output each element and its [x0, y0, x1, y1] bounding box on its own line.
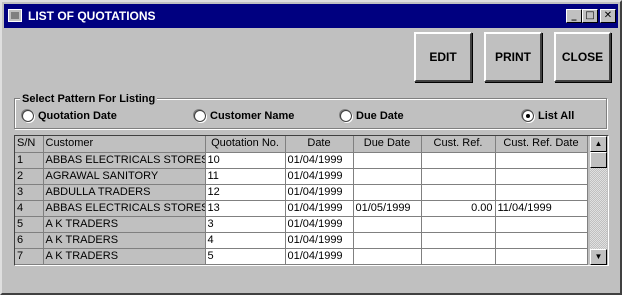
cell-due-date[interactable]: 01/05/1999 [353, 200, 422, 217]
cell-quotation-no[interactable]: 13 [205, 200, 286, 217]
cell-quotation-no[interactable]: 4 [205, 232, 286, 249]
cell-sn[interactable]: 3 [15, 184, 44, 201]
cell-customer[interactable]: AGRAWAL SANITORY [43, 168, 206, 185]
cell-cust-ref[interactable] [421, 184, 496, 201]
maximize-button[interactable]: □ [582, 9, 598, 23]
cell-due-date[interactable] [353, 168, 422, 185]
cell-date[interactable]: 01/04/1999 [285, 168, 354, 185]
cell-sn[interactable]: 6 [15, 232, 44, 249]
scroll-up-arrow-icon[interactable]: ▲ [590, 136, 607, 152]
radio-due-date[interactable]: Due Date [340, 110, 404, 122]
radio-label: Customer Name [210, 110, 295, 122]
cell-cust-ref-date[interactable] [495, 168, 588, 185]
radio-quotation-date[interactable]: Quotation Date [22, 110, 117, 122]
app-icon [8, 9, 22, 22]
cell-sn[interactable]: 1 [15, 152, 44, 169]
cell-quotation-no[interactable]: 10 [205, 152, 286, 169]
cell-date[interactable]: 01/04/1999 [285, 184, 354, 201]
cell-cust-ref-date[interactable] [495, 184, 588, 201]
table-row[interactable]: 6 A K TRADERS 4 01/04/1999 [15, 232, 588, 249]
radio-button[interactable] [194, 110, 206, 122]
column-header-cust-ref-date[interactable]: Cust. Ref. Date [495, 136, 588, 153]
cell-customer[interactable]: A K TRADERS [43, 216, 206, 233]
table-row[interactable]: 5 A K TRADERS 3 01/04/1999 [15, 216, 588, 233]
cell-date[interactable]: 01/04/1999 [285, 200, 354, 217]
cell-due-date[interactable] [353, 152, 422, 169]
cell-customer[interactable]: A K TRADERS [43, 232, 206, 249]
title-bar: LIST OF QUOTATIONS _ □ ✕ [4, 4, 618, 28]
cell-cust-ref-date[interactable] [495, 248, 588, 265]
radio-button-selected[interactable] [522, 110, 534, 122]
cell-cust-ref[interactable] [421, 168, 496, 185]
cell-due-date[interactable] [353, 232, 422, 249]
radio-button[interactable] [22, 110, 34, 122]
close-window-button[interactable]: ✕ [600, 9, 616, 23]
column-header-due-date[interactable]: Due Date [353, 136, 422, 153]
radio-label: Due Date [356, 110, 404, 122]
cell-cust-ref[interactable] [421, 232, 496, 249]
cell-sn[interactable]: 2 [15, 168, 44, 185]
cell-cust-ref-date[interactable] [495, 152, 588, 169]
close-button[interactable]: CLOSE [554, 32, 611, 82]
cell-sn[interactable]: 5 [15, 216, 44, 233]
vertical-scrollbar[interactable]: ▲ ▼ [590, 136, 607, 265]
cell-date[interactable]: 01/04/1999 [285, 232, 354, 249]
cell-cust-ref[interactable] [421, 216, 496, 233]
cell-quotation-no[interactable]: 11 [205, 168, 286, 185]
cell-cust-ref[interactable] [421, 248, 496, 265]
cell-sn[interactable]: 7 [15, 248, 44, 265]
column-header-sn[interactable]: S/N [15, 136, 44, 153]
cell-customer[interactable]: ABDULLA TRADERS [43, 184, 206, 201]
column-header-cust-ref[interactable]: Cust. Ref. [421, 136, 496, 153]
radio-label: List All [538, 110, 575, 122]
table-row[interactable]: 2 AGRAWAL SANITORY 11 01/04/1999 [15, 168, 588, 185]
cell-customer[interactable]: ABBAS ELECTRICALS STORES [43, 200, 206, 217]
cell-due-date[interactable] [353, 248, 422, 265]
cell-date[interactable]: 01/04/1999 [285, 216, 354, 233]
scroll-thumb[interactable] [590, 152, 607, 168]
table-row[interactable]: 3 ABDULLA TRADERS 12 01/04/1999 [15, 184, 588, 201]
print-button[interactable]: PRINT [484, 32, 542, 82]
cell-date[interactable]: 01/04/1999 [285, 152, 354, 169]
column-header-date[interactable]: Date [285, 136, 354, 153]
cell-due-date[interactable] [353, 216, 422, 233]
cell-customer[interactable]: ABBAS ELECTRICALS STORES [43, 152, 206, 169]
column-header-customer[interactable]: Customer [43, 136, 206, 153]
cell-sn[interactable]: 4 [15, 200, 44, 217]
table-row[interactable]: 4 ABBAS ELECTRICALS STORES 13 01/04/1999… [15, 200, 588, 217]
scroll-down-arrow-icon[interactable]: ▼ [590, 249, 607, 265]
listing-pattern-label: Select Pattern For Listing [20, 93, 158, 105]
edit-button[interactable]: EDIT [414, 32, 472, 82]
quotations-grid[interactable]: S/N Customer Quotation No. Date Due Date… [14, 135, 609, 266]
cell-date[interactable]: 01/04/1999 [285, 248, 354, 265]
cell-customer[interactable]: A K TRADERS [43, 248, 206, 265]
cell-cust-ref[interactable] [421, 152, 496, 169]
minimize-button[interactable]: _ [566, 9, 582, 23]
radio-label: Quotation Date [38, 110, 117, 122]
cell-cust-ref-date[interactable] [495, 232, 588, 249]
cell-cust-ref-date[interactable]: 11/04/1999 [495, 200, 588, 217]
table-row[interactable]: 1 ABBAS ELECTRICALS STORES 10 01/04/1999 [15, 152, 588, 169]
radio-customer-name[interactable]: Customer Name [194, 110, 294, 122]
cell-cust-ref[interactable]: 0.00 [421, 200, 496, 217]
column-header-quotation-no[interactable]: Quotation No. [205, 136, 286, 153]
radio-list-all[interactable]: List All [522, 110, 574, 122]
quotations-table: S/N Customer Quotation No. Date Due Date… [15, 136, 588, 265]
table-header-row: S/N Customer Quotation No. Date Due Date… [15, 136, 588, 153]
cell-due-date[interactable] [353, 184, 422, 201]
table-row[interactable]: 7 A K TRADERS 5 01/04/1999 [15, 248, 588, 265]
window-title: LIST OF QUOTATIONS [28, 9, 156, 23]
radio-button[interactable] [340, 110, 352, 122]
cell-quotation-no[interactable]: 12 [205, 184, 286, 201]
cell-cust-ref-date[interactable] [495, 216, 588, 233]
cell-quotation-no[interactable]: 5 [205, 248, 286, 265]
cell-quotation-no[interactable]: 3 [205, 216, 286, 233]
